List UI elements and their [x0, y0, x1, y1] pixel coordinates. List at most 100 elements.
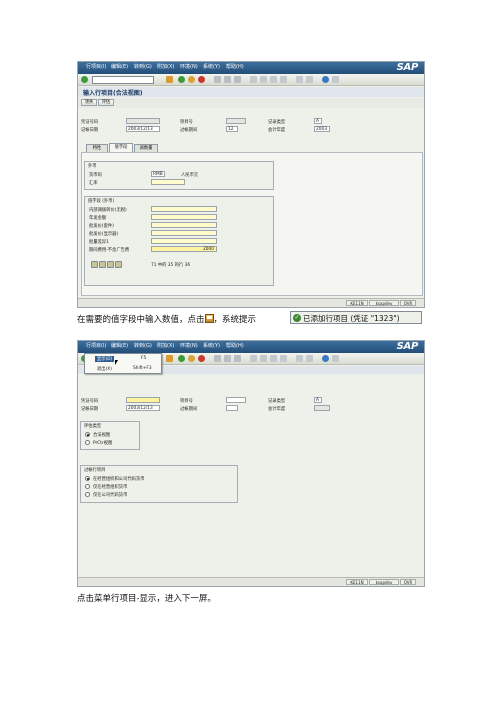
next-entry-icon[interactable]: [107, 261, 114, 268]
rate-field[interactable]: [151, 179, 185, 185]
caption-2: 点击菜单行项目-显示，进入下一屏。: [77, 594, 216, 604]
find-icon[interactable]: [224, 355, 231, 362]
new-session-icon[interactable]: [296, 76, 303, 83]
new-session-icon[interactable]: [296, 355, 303, 362]
caption-1: 在需要的值字段中输入数值，点击 ，系统提示: [77, 313, 256, 325]
value-fields-group: 值字段 (外币) 内部调拨转价(无税) 年发金额 批发价(套件) 批发价(显示器…: [84, 196, 274, 286]
tab-panel: 外币 货币码 RMB 人民币元 汇率 值字段 (外币) 内部调拨转价(无税) 年…: [81, 152, 423, 296]
next-page-icon[interactable]: [270, 355, 277, 362]
menu-item-line-item[interactable]: 行项目(I): [86, 63, 106, 70]
value-row-field[interactable]: [151, 222, 217, 228]
back-icon[interactable]: [178, 76, 185, 83]
menu-item-help[interactable]: 帮助(H): [226, 342, 244, 349]
value-row-field[interactable]: [151, 230, 217, 236]
menu-item-system[interactable]: 系统(Y): [203, 63, 220, 70]
value-row-field[interactable]: [151, 214, 217, 220]
prev-entry-icon[interactable]: [99, 261, 106, 268]
doc-no-field[interactable]: [126, 397, 160, 403]
shortcut-icon[interactable]: [306, 355, 313, 362]
help-icon[interactable]: [322, 76, 329, 83]
line-option-radio[interactable]: [85, 484, 90, 489]
rate-label: 汇率: [89, 181, 98, 186]
layout-menu-icon[interactable]: [332, 355, 339, 362]
shortcut-icon[interactable]: [306, 76, 313, 83]
value-row-field[interactable]: [151, 206, 217, 212]
status-bar: KE11N ksapdev OVR: [78, 298, 424, 307]
eval-option-label: PrCtr视图: [93, 441, 113, 446]
menu-item-system[interactable]: 系统(Y): [203, 342, 220, 349]
evaluate-button[interactable]: 评估: [98, 99, 114, 106]
last-entry-icon[interactable]: [115, 261, 122, 268]
period-label: 过帐期间: [180, 407, 198, 412]
menu-item-edit[interactable]: 编辑(E): [111, 342, 128, 349]
item-no-field[interactable]: [226, 397, 246, 403]
eval-group-title: 评估类型: [84, 424, 102, 429]
enter-icon[interactable]: [81, 76, 88, 83]
post-date-field[interactable]: 2003/12/13: [126, 405, 160, 411]
print-icon[interactable]: [214, 355, 221, 362]
line-option-radio[interactable]: [85, 492, 90, 497]
menu-item-help[interactable]: 帮助(H): [226, 63, 244, 70]
status-transaction: KE11N: [346, 300, 368, 306]
menu-item-extras[interactable]: 附加(X): [157, 342, 174, 349]
find-icon[interactable]: [224, 76, 231, 83]
command-field[interactable]: [92, 76, 154, 84]
menu-item-environment[interactable]: 环境(N): [180, 63, 198, 70]
menu-item-goto[interactable]: 转到(G): [134, 342, 152, 349]
eval-option-radio[interactable]: [85, 440, 90, 445]
save-icon[interactable]: [166, 355, 173, 362]
first-entry-icon[interactable]: [91, 261, 98, 268]
first-page-icon[interactable]: [250, 355, 257, 362]
menu-item-edit[interactable]: 编辑(E): [111, 63, 128, 70]
currency-field[interactable]: RMB: [151, 171, 165, 177]
post-date-field: 2003/12/13: [126, 126, 160, 132]
back-icon[interactable]: [178, 355, 185, 362]
success-message: ✓ 已添加行项目 (凭证 "1323"): [290, 311, 422, 324]
exit-icon[interactable]: [188, 355, 195, 362]
tab-quantities[interactable]: 调数量: [134, 144, 158, 152]
find-next-icon[interactable]: [234, 76, 241, 83]
check-icon: ✓: [293, 314, 301, 322]
last-page-icon[interactable]: [280, 355, 287, 362]
tab-value-fields[interactable]: 值字段: [109, 143, 133, 152]
value-group-title: 值字段 (外币): [88, 199, 115, 204]
standard-toolbar: [78, 74, 424, 86]
value-row-field[interactable]: [151, 238, 217, 244]
first-page-icon[interactable]: [250, 76, 257, 83]
menu-option-display[interactable]: 显示(D): [95, 356, 115, 362]
screen-title: 输入行项目(合法视图): [83, 90, 143, 97]
line-option-radio[interactable]: [85, 476, 90, 481]
menu-bar: 行项目(I) 编辑(E) 转到(G) 附加(X) 环境(N) 系统(Y) 帮助(…: [78, 341, 424, 353]
eval-option-label: 合法视图: [93, 433, 111, 438]
value-row-field[interactable]: 2000: [151, 246, 217, 252]
period-field[interactable]: [226, 405, 238, 411]
next-page-icon[interactable]: [270, 76, 277, 83]
post-date-label: 记帐日期: [81, 128, 99, 133]
prev-page-icon[interactable]: [260, 355, 267, 362]
value-row-label: 年发金额: [89, 216, 107, 221]
layout-menu-icon[interactable]: [332, 76, 339, 83]
exit-icon[interactable]: [188, 76, 195, 83]
line-option-label: 在经营组织和公司代码货币: [93, 477, 145, 482]
rec-type-field[interactable]: A: [314, 397, 322, 403]
help-icon[interactable]: [322, 355, 329, 362]
prev-page-icon[interactable]: [260, 76, 267, 83]
last-page-icon[interactable]: [280, 76, 287, 83]
find-next-icon[interactable]: [234, 355, 241, 362]
menu-item-line-item[interactable]: 行项目(I): [86, 342, 106, 349]
menu-item-extras[interactable]: 附加(X): [157, 63, 174, 70]
menu-item-goto[interactable]: 转到(G): [134, 63, 152, 70]
cancel-icon[interactable]: [198, 76, 205, 83]
rec-type-field: A: [314, 118, 322, 124]
print-icon[interactable]: [214, 76, 221, 83]
menu-option-exit-shortcut: Shift+F3: [133, 366, 152, 371]
save-icon[interactable]: [166, 76, 173, 83]
line-option-label: 仅在公司代码货币: [93, 493, 128, 498]
collect-button[interactable]: 领失: [81, 99, 97, 106]
evaluation-type-group: 评估类型 合法视图 PrCtr视图: [80, 421, 140, 450]
tab-characteristics[interactable]: 特性: [86, 144, 108, 152]
cancel-icon[interactable]: [198, 355, 205, 362]
menu-item-environment[interactable]: 环境(N): [180, 342, 198, 349]
menu-option-exit[interactable]: 退出(X): [97, 366, 112, 372]
eval-option-radio[interactable]: [85, 432, 90, 437]
